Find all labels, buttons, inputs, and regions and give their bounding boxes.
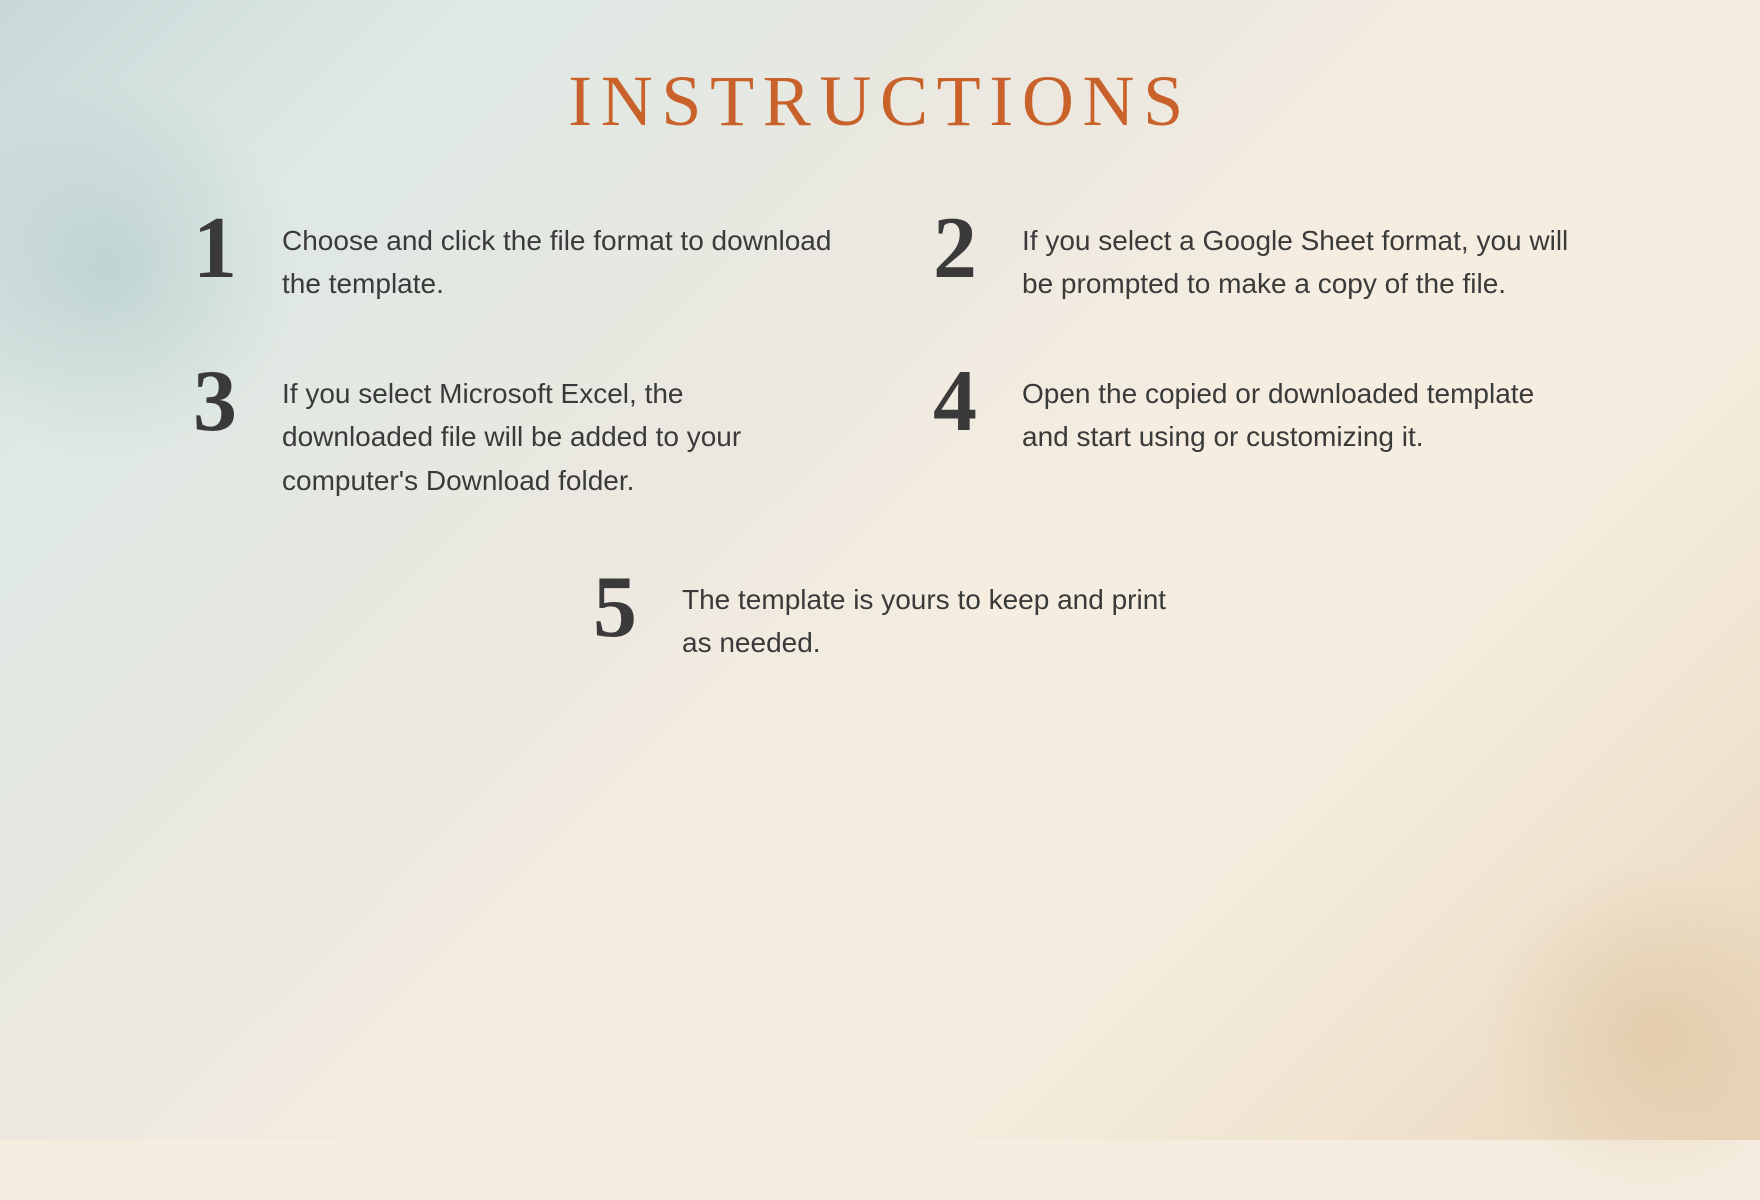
step-5-number: 5 [580, 564, 650, 652]
step-1: 1 Choose and click the file format to do… [180, 213, 840, 306]
step-5-text: The template is yours to keep and print … [682, 572, 1180, 665]
page-content: INSTRUCTIONS 1 Choose and click the file… [0, 0, 1760, 1140]
step-2-number: 2 [920, 205, 990, 293]
step-4-text: Open the copied or downloaded template a… [1022, 366, 1580, 459]
step-3: 3 If you select Microsoft Excel, the dow… [180, 366, 840, 502]
step-2: 2 If you select a Google Sheet format, y… [920, 213, 1580, 306]
step-4-number: 4 [920, 358, 990, 446]
step-5-wrapper: 5 The template is yours to keep and prin… [180, 572, 1580, 665]
steps-grid: 1 Choose and click the file format to do… [180, 213, 1580, 665]
step-4: 4 Open the copied or downloaded template… [920, 366, 1580, 502]
step-1-text: Choose and click the file format to down… [282, 213, 840, 306]
page-title: INSTRUCTIONS [568, 60, 1192, 143]
step-1-number: 1 [180, 205, 250, 293]
step-3-text: If you select Microsoft Excel, the downl… [282, 366, 840, 502]
step-3-number: 3 [180, 358, 250, 446]
step-2-text: If you select a Google Sheet format, you… [1022, 213, 1580, 306]
step-5: 5 The template is yours to keep and prin… [580, 572, 1180, 665]
